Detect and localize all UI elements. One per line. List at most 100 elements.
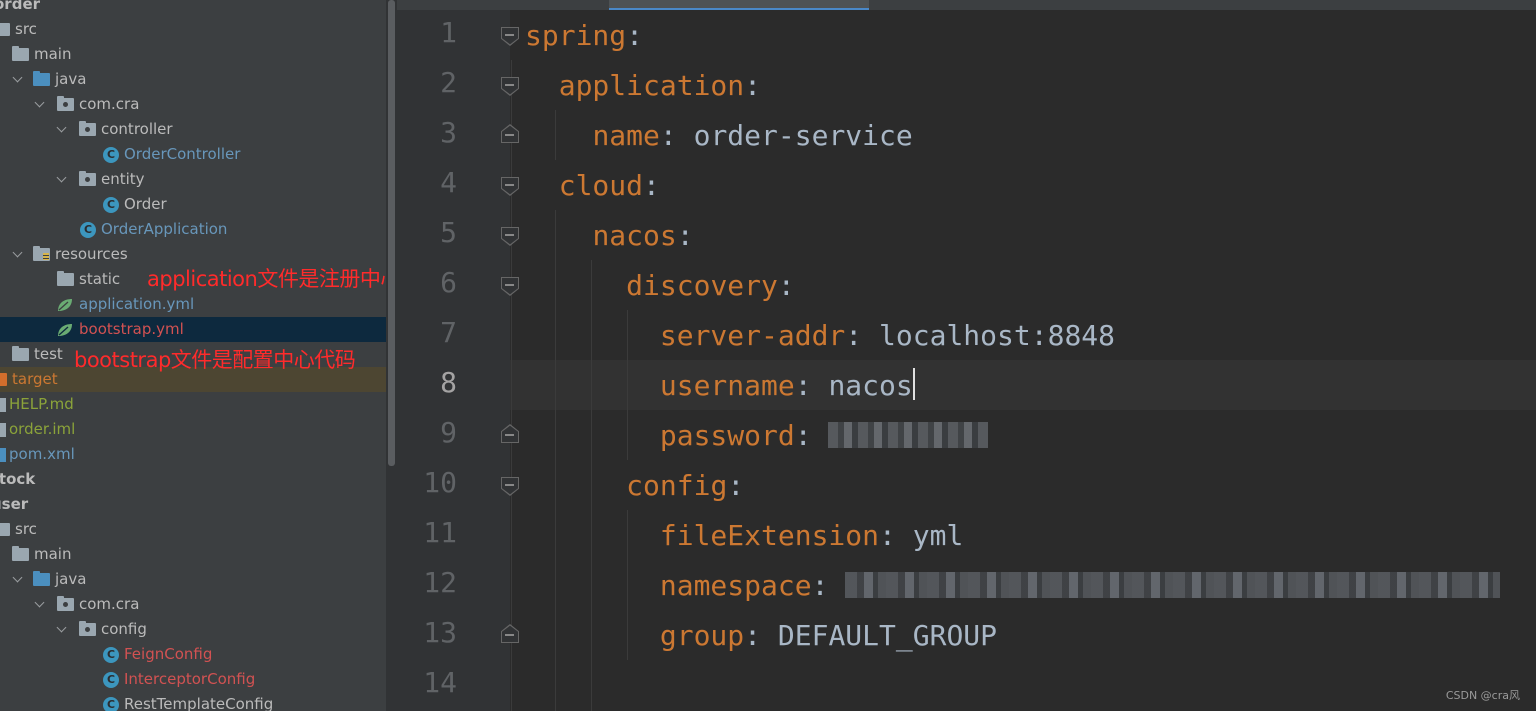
yaml-key: server-addr [659,319,846,352]
tree-item-orderapplication[interactable]: C OrderApplication [0,217,386,242]
yaml-key: namespace [659,569,812,602]
tree-item-main[interactable]: main [0,42,386,67]
tree-item-label: java [55,70,87,88]
code-line: discovery: [525,261,795,311]
line-number: 2 [440,66,457,99]
line-number: 11 [423,516,457,549]
tree-item-entity[interactable]: entity [0,167,386,192]
chevron-down-icon[interactable] [54,617,70,642]
tree-item-help-md[interactable]: HELP.md [0,392,386,417]
tree-item-label: order [0,0,41,13]
tree-item-label: InterceptorConfig [124,670,256,688]
tree-item-com-cra[interactable]: com.cra [0,92,386,117]
tree-item-ordercontroller[interactable]: C OrderController [0,142,386,167]
tree-item-bootstrap-yml[interactable]: bootstrap.yml [0,317,386,342]
tree-item-pom-xml[interactable]: pom.xml [0,442,386,467]
tree-item-interceptorconfig[interactable]: C InterceptorConfig [0,667,386,692]
tree-scrollbar[interactable] [386,0,397,711]
editor-tab-active[interactable] [609,0,869,10]
yaml-value: yml [912,519,964,552]
code-line: spring: [525,11,643,61]
spring-boot-class-icon: C [80,221,96,238]
editor-tab[interactable] [1293,0,1536,8]
excluded-folder-icon [0,373,7,386]
editor-tab-bar [397,0,1536,10]
tree-item-java[interactable]: java [0,567,386,592]
tree-item-order-class[interactable]: C Order [0,192,386,217]
iml-file-icon [0,422,6,437]
tree-item-stock[interactable]: stock [0,467,386,492]
code-line: group: DEFAULT_GROUP [525,611,997,661]
tree-item-feignconfig[interactable]: C FeignConfig [0,642,386,667]
tree-item-controller[interactable]: controller [0,117,386,142]
markdown-file-icon [0,397,6,412]
code-line: server-addr: localhost:8848 [525,311,1115,361]
tree-item-label: java [55,570,87,588]
spring-leaf-icon [56,322,74,338]
line-number: 9 [440,416,457,449]
chevron-down-icon[interactable] [10,67,26,92]
tree-item-user[interactable]: user [0,492,386,517]
annotation-bootstrap: bootstrap文件是配置中心代码 [74,348,356,372]
resources-folder-icon [33,246,50,261]
chevron-down-icon[interactable] [54,117,70,142]
tree-item-order[interactable]: order [0,0,386,17]
tree-item-main[interactable]: main [0,542,386,567]
chevron-down-icon[interactable] [54,167,70,192]
package-icon [79,621,96,636]
code-line: nacos: [525,211,693,261]
tree-item-com-cra[interactable]: com.cra [0,592,386,617]
yaml-key: fileExtension [659,519,880,552]
chevron-down-icon[interactable] [32,592,48,617]
tree-item-label: src [15,20,37,38]
tree-item-src[interactable]: src [0,17,386,42]
chevron-down-icon[interactable] [10,242,26,267]
tree-item-label: main [34,545,72,563]
class-icon: C [103,671,119,688]
tree-item-resttemplateconfig[interactable]: C RestTemplateConfig [0,692,386,711]
yaml-separator: : [744,69,762,102]
editor-tab[interactable] [1071,0,1293,8]
tree-item-src[interactable]: src [0,517,386,542]
yaml-key: spring [525,19,627,52]
redacted-password [828,422,989,448]
folder-icon [12,546,29,561]
code-line: name: order-service [525,111,912,161]
tree-item-java[interactable]: java [0,67,386,92]
yaml-key: config [626,469,728,502]
yaml-separator: : [643,169,660,202]
folder-icon [12,46,29,61]
tree-item-label: main [34,45,72,63]
yaml-key: application [558,69,745,102]
indent-guide [511,60,512,711]
code-line: password: [525,411,989,461]
line-number: 6 [440,266,457,299]
chevron-down-icon[interactable] [32,92,48,117]
class-icon: C [103,646,119,663]
yaml-key: group [659,619,745,652]
tree-item-application-yml[interactable]: application.yml [0,292,386,317]
watermark: CSDN @cra风 [1445,689,1520,702]
tree-item-label: com.cra [79,95,140,113]
tree-item-label: user [0,495,29,513]
editor-tab[interactable] [397,0,609,8]
text-caret [912,368,915,400]
line-number: 7 [440,316,457,349]
tree-item-label: test [34,345,63,363]
yaml-key: discovery [626,269,778,302]
annotation-application: application文件是注册中心的文件 [147,267,386,291]
chevron-down-icon[interactable] [10,567,26,592]
yaml-separator: : [811,569,846,602]
editor-tab[interactable] [869,0,1071,8]
tree-item-config[interactable]: config [0,617,386,642]
folder-icon [12,346,29,361]
line-number: 3 [440,116,457,149]
yaml-value: localhost:8848 [879,319,1116,352]
redacted-namespace [845,572,1501,598]
tree-item-order-iml[interactable]: order.iml [0,417,386,442]
folder-icon [0,523,10,536]
code-line-current: username: nacos [525,361,915,411]
line-number-current: 8 [440,366,457,399]
scrollbar-thumb[interactable] [388,0,395,466]
code-editor[interactable]: 1 2 3 4 5 6 7 8 9 10 11 12 13 14 spring:… [397,0,1536,711]
